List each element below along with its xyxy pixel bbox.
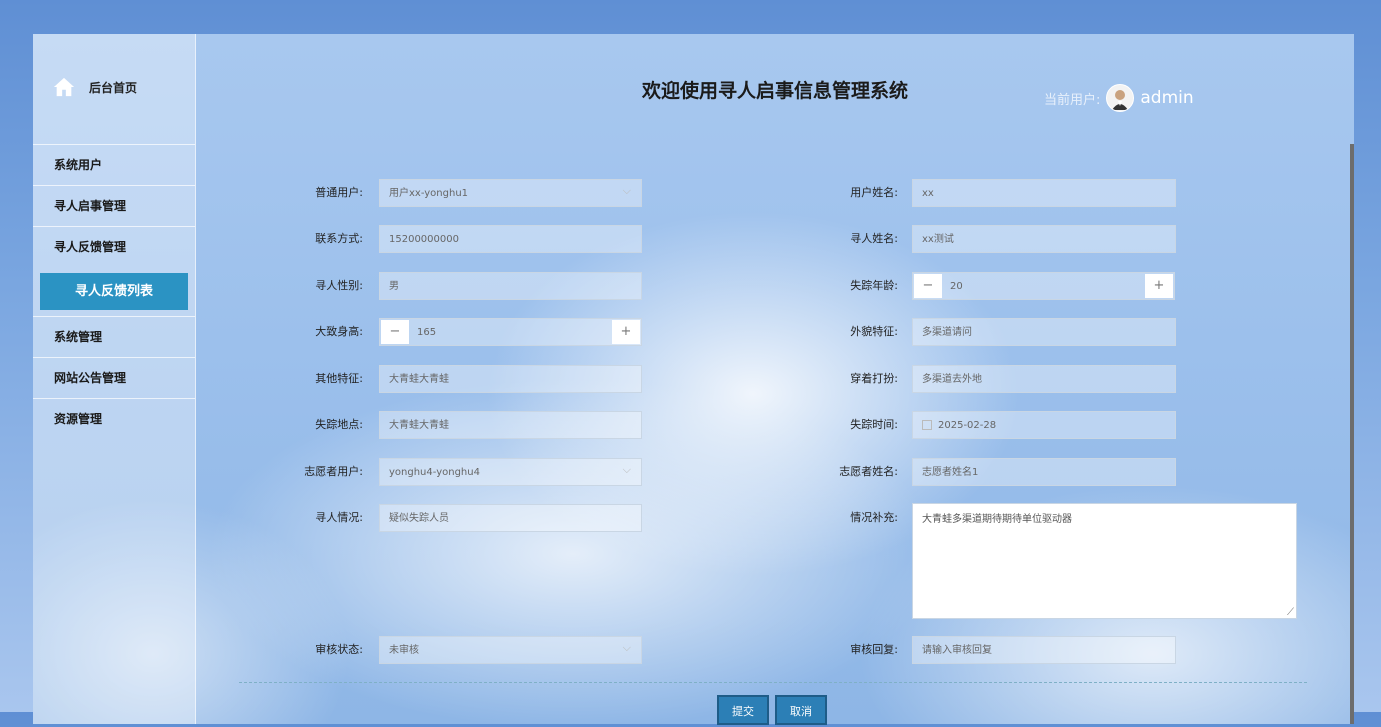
other-features-label: 其他特征: [315, 372, 363, 385]
sidebar-item-feedback-management[interactable]: 寻人反馈管理 [33, 226, 195, 267]
sidebar-item-announcement-management[interactable]: 网站公告管理 [33, 357, 195, 398]
sidebar: 后台首页 系统用户 寻人启事管理 寻人反馈管理 寻人反馈列表 系统管理 网站公告… [33, 34, 196, 724]
missing-age-decrement-button[interactable]: − [914, 274, 942, 298]
home-link[interactable]: 后台首页 [53, 76, 137, 98]
sidebar-item-notice-management[interactable]: 寻人启事管理 [33, 185, 195, 226]
height-decrement-button[interactable]: − [381, 320, 409, 344]
situation-field[interactable]: 疑似失踪人员 [379, 504, 642, 532]
volunteer-name-label: 志愿者姓名: [839, 465, 898, 478]
review-reply-label: 审核回复: [850, 643, 898, 656]
other-features-field[interactable]: 大青蛙大青蛙 [379, 365, 642, 393]
current-user: 当前用户: admin [1044, 84, 1194, 112]
missing-place-field[interactable]: 大青蛙大青蛙 [379, 411, 642, 439]
height-label: 大致身高: [315, 325, 363, 338]
volunteer-user-select[interactable]: yonghu4-yonghu4 [379, 456, 642, 486]
supplement-label: 情况补充: [850, 511, 898, 524]
review-reply-field[interactable]: 请输入审核回复 [912, 636, 1176, 664]
contact-field[interactable]: 15200000000 [379, 225, 642, 253]
form-divider [239, 682, 1307, 683]
seek-gender-label: 寻人性别: [315, 279, 363, 292]
home-icon [53, 77, 75, 97]
volunteer-user-label: 志愿者用户: [304, 465, 363, 478]
ordinary-user-select[interactable]: 用户xx-yonghu1 [379, 177, 642, 207]
username: admin [1140, 88, 1194, 108]
missing-time-picker[interactable]: 2025-02-28 [912, 411, 1176, 439]
user-name-field[interactable]: xx [912, 179, 1176, 207]
review-status-label: 审核状态: [315, 643, 363, 656]
contact-label: 联系方式: [315, 232, 363, 245]
situation-label: 寻人情况: [315, 511, 363, 524]
appearance-label: 外貌特征: [850, 325, 898, 338]
sidebar-item-system-users[interactable]: 系统用户 [33, 144, 195, 185]
supplement-textarea[interactable]: 大青蛙多渠道期待期待单位驱动器 ⟋ [912, 503, 1297, 619]
clothing-field[interactable]: 多渠道去外地 [912, 365, 1176, 393]
submit-button[interactable]: 提交 [717, 695, 769, 725]
home-label: 后台首页 [89, 80, 138, 95]
cancel-button[interactable]: 取消 [775, 695, 827, 725]
app-frame: 后台首页 系统用户 寻人启事管理 寻人反馈管理 寻人反馈列表 系统管理 网站公告… [33, 34, 1354, 725]
user-name-label: 用户姓名: [850, 186, 898, 199]
page-title: 欢迎使用寻人启事信息管理系统 [642, 80, 909, 102]
resize-handle-icon[interactable]: ⟋ [1287, 607, 1294, 618]
missing-age-label: 失踪年龄: [850, 279, 898, 292]
sidebar-item-feedback-list[interactable]: 寻人反馈列表 [40, 273, 188, 310]
missing-place-label: 失踪地点: [315, 418, 363, 431]
clothing-label: 穿着打扮: [850, 372, 898, 385]
current-user-label: 当前用户: [1044, 92, 1101, 108]
appearance-field[interactable]: 多渠道请问 [912, 318, 1176, 346]
seek-name-field[interactable]: xx测试 [912, 225, 1176, 253]
avatar[interactable] [1106, 84, 1135, 112]
calendar-icon [922, 420, 932, 430]
ordinary-user-label: 普通用户: [315, 186, 363, 199]
height-increment-button[interactable]: + [612, 320, 640, 344]
height-value: 165 [417, 327, 437, 338]
missing-time-label: 失踪时间: [850, 418, 898, 431]
height-stepper[interactable]: − 165 + [379, 318, 642, 346]
seek-name-label: 寻人姓名: [850, 232, 898, 245]
user-avatar-icon [1112, 90, 1129, 110]
missing-age-stepper[interactable]: − 20 + [912, 272, 1175, 300]
sidebar-item-resource-management[interactable]: 资源管理 [33, 398, 195, 439]
scrollbar[interactable] [1350, 144, 1354, 724]
sidebar-item-system-management[interactable]: 系统管理 [33, 316, 195, 357]
sidebar-menu: 系统用户 寻人启事管理 寻人反馈管理 寻人反馈列表 系统管理 网站公告管理 资源… [33, 144, 195, 439]
volunteer-name-field[interactable]: 志愿者姓名1 [912, 458, 1176, 486]
missing-age-increment-button[interactable]: + [1145, 274, 1173, 298]
review-status-select[interactable]: 未审核 [379, 634, 642, 664]
seek-gender-field[interactable]: 男 [379, 272, 642, 300]
missing-time-value: 2025-02-28 [938, 420, 997, 431]
missing-age-value: 20 [950, 281, 963, 292]
supplement-text: 大青蛙多渠道期待期待单位驱动器 [922, 514, 1072, 525]
